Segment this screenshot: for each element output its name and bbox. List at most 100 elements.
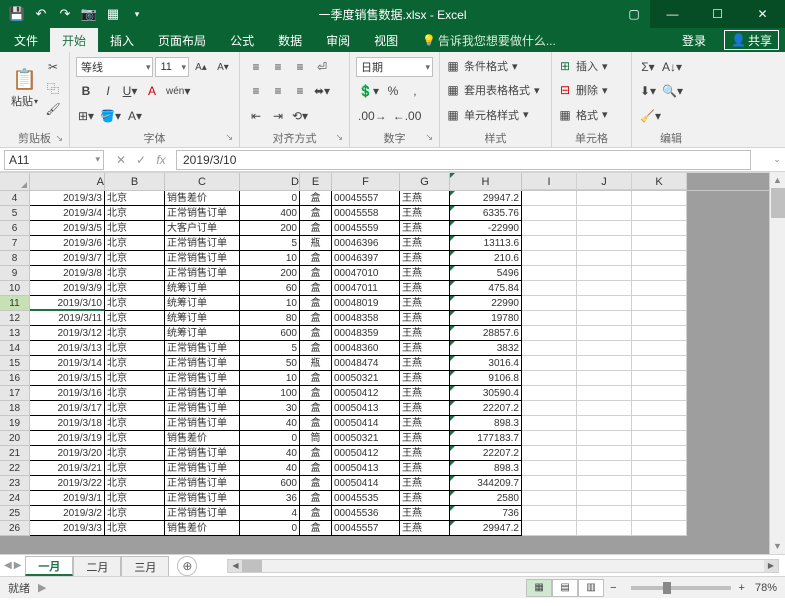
cell[interactable]: 盒 <box>300 416 332 431</box>
increase-indent-icon[interactable]: ⇥ <box>268 106 288 126</box>
cell[interactable]: 正常销售订单 <box>165 341 240 356</box>
cell[interactable]: 3832 <box>450 341 522 356</box>
cell[interactable]: 00050413 <box>332 401 400 416</box>
qat-customize-icon[interactable]: ▾ <box>126 3 148 25</box>
cell[interactable]: 北京 <box>105 431 165 446</box>
cell[interactable]: 北京 <box>105 476 165 491</box>
cell[interactable]: 00050412 <box>332 446 400 461</box>
underline-button[interactable]: U▾ <box>120 81 140 101</box>
table-row[interactable]: 252019/3/2北京正常销售订单4盒00045536王燕736 <box>0 506 785 521</box>
cell[interactable]: 30 <box>240 401 300 416</box>
cell[interactable] <box>522 281 577 296</box>
paste-button[interactable]: 📋 粘贴▾ <box>6 56 43 118</box>
cell[interactable] <box>522 506 577 521</box>
cell[interactable]: 北京 <box>105 266 165 281</box>
cell[interactable]: 00050321 <box>332 431 400 446</box>
decrease-indent-icon[interactable]: ⇤ <box>246 106 266 126</box>
cell[interactable]: 2019/3/6 <box>30 236 105 251</box>
cell[interactable]: 29947.2 <box>450 191 522 206</box>
page-layout-view-icon[interactable]: ▤ <box>552 579 578 597</box>
cell[interactable]: 40 <box>240 461 300 476</box>
table-row[interactable]: 162019/3/15北京正常销售订单10盒00050321王燕9106.8 <box>0 371 785 386</box>
align-bottom-icon[interactable]: ≡ <box>290 57 310 77</box>
cell[interactable]: 盒 <box>300 191 332 206</box>
login-link[interactable]: 登录 <box>670 28 718 52</box>
cell[interactable]: 正常销售订单 <box>165 446 240 461</box>
table-row[interactable]: 172019/3/16北京正常销售订单100盒00050412王燕30590.4 <box>0 386 785 401</box>
cell[interactable]: 10 <box>240 251 300 266</box>
normal-view-icon[interactable]: ▦ <box>526 579 552 597</box>
grid-rows[interactable]: 42019/3/3北京销售差价0盒00045557王燕29947.252019/… <box>0 191 785 554</box>
row-header[interactable]: 15 <box>0 356 30 371</box>
cell[interactable] <box>522 386 577 401</box>
cell[interactable]: 瓶 <box>300 356 332 371</box>
form-icon[interactable]: ▦ <box>102 3 124 25</box>
redo-icon[interactable]: ↷ <box>54 3 76 25</box>
cell[interactable]: 正常销售订单 <box>165 356 240 371</box>
cell[interactable]: 王燕 <box>400 236 450 251</box>
col-header[interactable]: J <box>577 173 632 190</box>
cell[interactable]: 正常销售订单 <box>165 476 240 491</box>
cell[interactable]: 北京 <box>105 461 165 476</box>
scroll-right-icon[interactable]: ▶ <box>764 560 778 572</box>
cell[interactable]: 王燕 <box>400 281 450 296</box>
cell[interactable]: 22207.2 <box>450 401 522 416</box>
cell[interactable]: 30590.4 <box>450 386 522 401</box>
table-row[interactable]: 262019/3/3北京销售差价0盒00045557王燕29947.2 <box>0 521 785 536</box>
cell[interactable]: 0 <box>240 191 300 206</box>
align-top-icon[interactable]: ≡ <box>246 57 266 77</box>
cell[interactable]: 统筹订单 <box>165 281 240 296</box>
cell[interactable]: 00045557 <box>332 191 400 206</box>
cell[interactable]: 2019/3/14 <box>30 356 105 371</box>
cell[interactable]: 正常销售订单 <box>165 266 240 281</box>
cell[interactable]: 29947.2 <box>450 521 522 536</box>
cell[interactable]: 王燕 <box>400 356 450 371</box>
cell[interactable]: 60 <box>240 281 300 296</box>
cell[interactable]: 销售差价 <box>165 431 240 446</box>
cell[interactable]: 3016.4 <box>450 356 522 371</box>
bold-button[interactable]: B <box>76 81 96 101</box>
cell[interactable]: 盒 <box>300 386 332 401</box>
cell[interactable]: 盒 <box>300 221 332 236</box>
cell[interactable] <box>577 521 632 536</box>
cell[interactable]: 00045558 <box>332 206 400 221</box>
row-header[interactable]: 18 <box>0 401 30 416</box>
cell[interactable]: 2019/3/1 <box>30 491 105 506</box>
cell[interactable]: 2019/3/19 <box>30 431 105 446</box>
table-row[interactable]: 62019/3/5北京大客户订单200盒00045559王燕-22990 <box>0 221 785 236</box>
camera-icon[interactable]: 📷 <box>78 3 100 25</box>
table-format-button[interactable]: ▦套用表格格式▾ <box>446 80 545 100</box>
decrease-decimal-icon[interactable]: ←.00 <box>391 106 424 126</box>
fx-icon[interactable]: fx <box>152 153 170 167</box>
cell[interactable]: 盒 <box>300 476 332 491</box>
conditional-format-button[interactable]: ▦条件格式▾ <box>446 56 545 76</box>
cell[interactable] <box>632 356 687 371</box>
name-box[interactable]: A11 <box>4 150 104 170</box>
cell[interactable]: 王燕 <box>400 401 450 416</box>
cell[interactable]: 200 <box>240 266 300 281</box>
cell[interactable]: 盒 <box>300 296 332 311</box>
cell[interactable]: 00047010 <box>332 266 400 281</box>
cell[interactable] <box>577 341 632 356</box>
cell[interactable]: 王燕 <box>400 386 450 401</box>
table-row[interactable]: 132019/3/12北京统筹订单600盒00048359王燕28857.6 <box>0 326 785 341</box>
copy-icon[interactable]: ⿻ <box>43 79 63 98</box>
col-header[interactable]: A <box>30 173 105 190</box>
cell[interactable]: 13113.6 <box>450 236 522 251</box>
cell[interactable]: 100 <box>240 386 300 401</box>
col-header[interactable]: D <box>240 173 300 190</box>
font-color2-icon[interactable]: A▾ <box>125 106 145 126</box>
cell[interactable] <box>577 356 632 371</box>
cell[interactable]: 统筹订单 <box>165 311 240 326</box>
cell[interactable] <box>632 221 687 236</box>
table-row[interactable]: 182019/3/17北京正常销售订单30盒00050413王燕22207.2 <box>0 401 785 416</box>
cell[interactable]: 19780 <box>450 311 522 326</box>
cell[interactable]: 盒 <box>300 506 332 521</box>
cell[interactable]: 2019/3/8 <box>30 266 105 281</box>
cell[interactable]: 盒 <box>300 251 332 266</box>
cell[interactable] <box>632 206 687 221</box>
row-header[interactable]: 5 <box>0 206 30 221</box>
wrap-text-icon[interactable]: ⏎ <box>312 57 332 77</box>
cell[interactable]: 盒 <box>300 446 332 461</box>
cell[interactable]: 北京 <box>105 236 165 251</box>
